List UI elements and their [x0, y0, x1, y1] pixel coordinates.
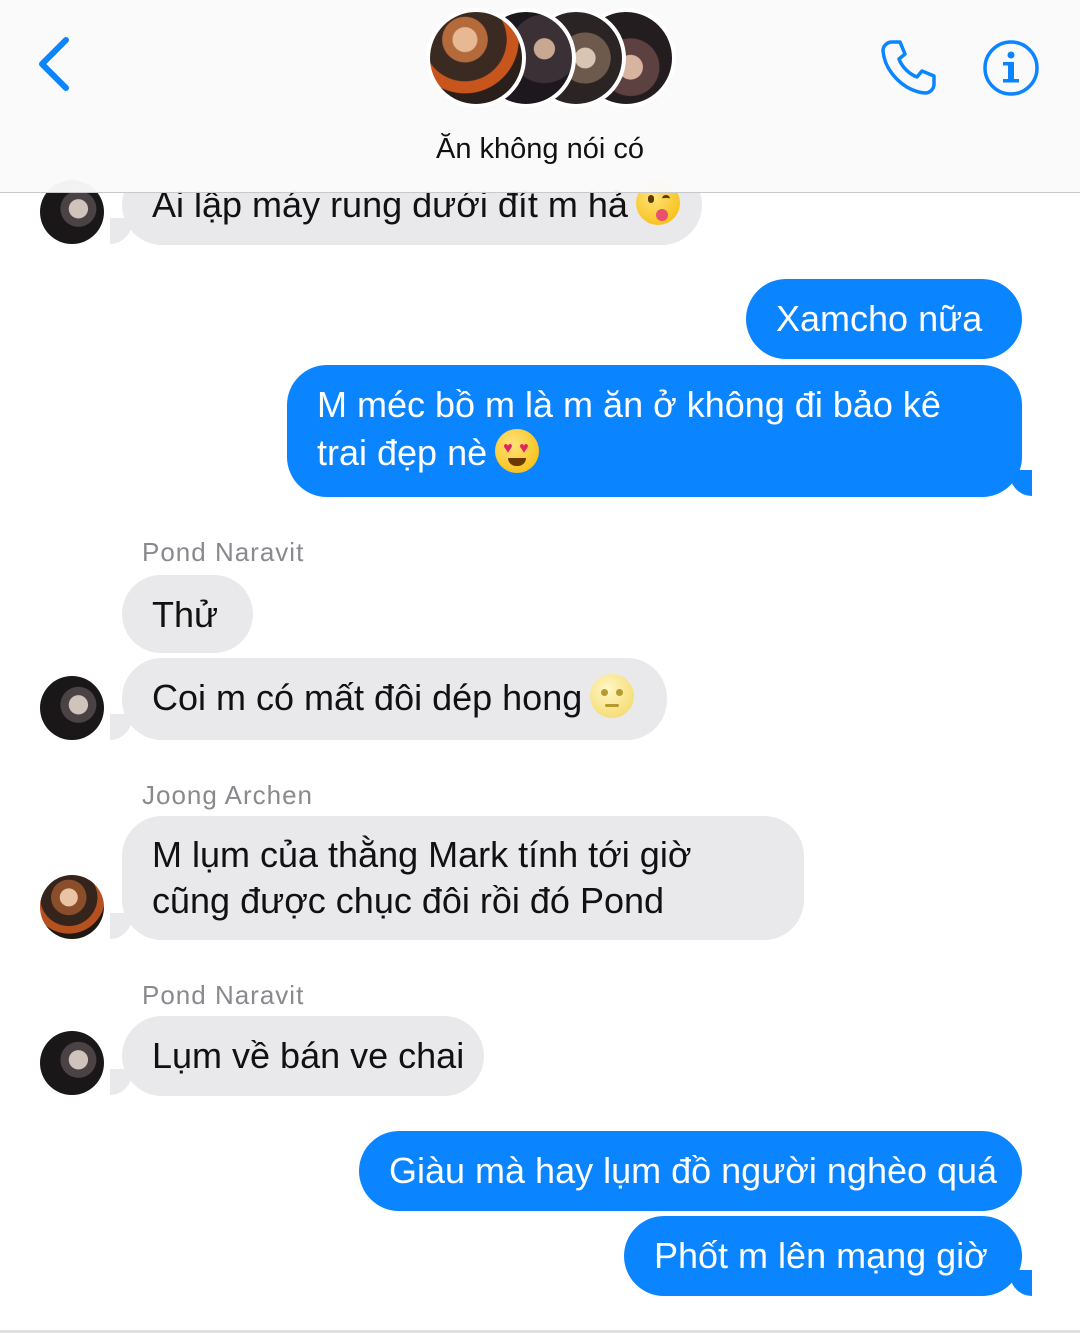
message-bubble[interactable]: Phốt m lên mạng giờ	[624, 1216, 1022, 1296]
phone-icon	[881, 40, 936, 95]
bubble-tail	[1010, 470, 1032, 496]
message-bubble[interactable]: Xamcho nữa	[746, 279, 1022, 359]
chevron-left-icon	[39, 37, 69, 91]
avatar[interactable]	[40, 1031, 104, 1095]
message-bubble[interactable]: M lụm của thằng Mark tính tới giờ cũng đ…	[122, 816, 804, 940]
chat-title[interactable]: Ăn không nói có	[0, 133, 1080, 166]
message-bubble[interactable]: Coi m có mất đôi dép hong	[122, 658, 667, 740]
bubble-tail	[1010, 1270, 1032, 1296]
back-button[interactable]	[34, 34, 78, 94]
message-text: Lụm về bán ve chai	[152, 1035, 465, 1076]
message-text: Phốt m lên mạng giờ	[654, 1235, 988, 1276]
avatar[interactable]	[40, 676, 104, 740]
group-avatars[interactable]	[426, 4, 676, 114]
full-moon-face-emoji	[590, 674, 635, 718]
avatar[interactable]	[40, 875, 104, 939]
chat-header: Ăn không nói có	[0, 0, 1080, 193]
sender-name: Pond Naravit	[142, 980, 305, 1010]
sender-name: Pond Naravit	[142, 537, 305, 567]
message-text: M méc bồ m là m ăn ở không đi bảo kê tra…	[317, 384, 941, 473]
message-bubble[interactable]: Lụm về bán ve chai	[122, 1016, 484, 1096]
message-bubble[interactable]: Giàu mà hay lụm đồ người nghèo quá	[359, 1131, 1022, 1211]
message-text: Thử	[152, 594, 219, 635]
call-button[interactable]	[878, 36, 940, 98]
heart-eyes-emoji: ♥ ♥	[495, 429, 540, 473]
message-text: Giàu mà hay lụm đồ người nghèo quá	[389, 1150, 998, 1191]
message-text: M lụm của thằng Mark tính tới giờ cũng đ…	[152, 834, 692, 921]
info-button[interactable]	[982, 39, 1040, 97]
sender-name: Joong Archen	[142, 780, 314, 810]
message-text: Coi m có mất đôi dép hong	[152, 677, 583, 718]
info-icon	[983, 40, 1039, 96]
message-bubble[interactable]: Thử	[122, 575, 253, 653]
message-bubble[interactable]: M méc bồ m là m ăn ở không đi bảo kê tra…	[287, 365, 1022, 497]
member-avatar	[426, 8, 526, 108]
message-text: Xamcho nữa	[776, 298, 983, 339]
